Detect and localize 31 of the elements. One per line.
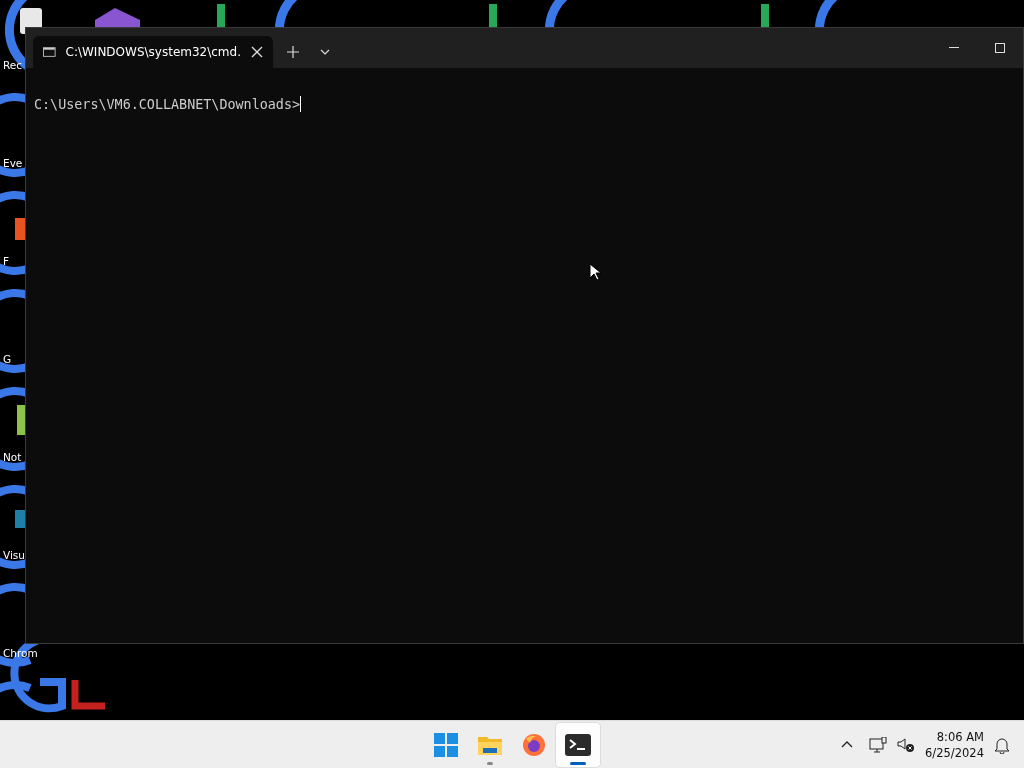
clock-time: 8:06 AM	[936, 728, 984, 745]
clock-date: 6/25/2024	[925, 744, 984, 761]
terminal-icon	[565, 734, 591, 756]
clock[interactable]: 8:06 AM 6/25/2024	[925, 728, 984, 761]
browser-icon	[522, 733, 546, 757]
command-prompt: C:\Users\VM6.COLLABNET\Downloads>	[34, 96, 301, 112]
taskbar-app-button[interactable]	[556, 723, 600, 767]
mouse-pointer-icon	[589, 263, 601, 281]
desktop-icon-label[interactable]: F	[3, 254, 10, 268]
muted-speaker-icon[interactable]	[897, 736, 916, 753]
close-icon	[251, 46, 263, 58]
desktop-icon-label[interactable]: Not	[3, 450, 22, 464]
desktop-icon-label[interactable]: Rec	[3, 58, 23, 72]
minimize-icon	[949, 47, 959, 49]
desktop-icon-label[interactable]: Eve	[3, 156, 23, 170]
desktop-icon-label[interactable]: Visu	[3, 548, 25, 562]
close-tab-button[interactable]	[251, 46, 263, 58]
desktop-icon-label[interactable]: G	[3, 352, 12, 366]
windows-logo-icon	[434, 733, 458, 757]
running-indicator	[570, 762, 586, 765]
network-icon[interactable]	[869, 736, 888, 753]
maximize-icon	[995, 43, 1005, 53]
plus-icon	[287, 46, 299, 58]
bell-icon[interactable]	[994, 735, 1010, 754]
cmd-icon	[43, 46, 56, 58]
tab-title: C:\WINDOWS\system32\cmd.	[65, 45, 241, 59]
chevron-down-icon	[320, 49, 330, 55]
terminal-tab[interactable]: C:\WINDOWS\system32\cmd.	[33, 36, 273, 68]
chevron-up-icon	[841, 741, 854, 748]
running-indicator	[487, 762, 493, 765]
text-cursor	[300, 96, 302, 112]
